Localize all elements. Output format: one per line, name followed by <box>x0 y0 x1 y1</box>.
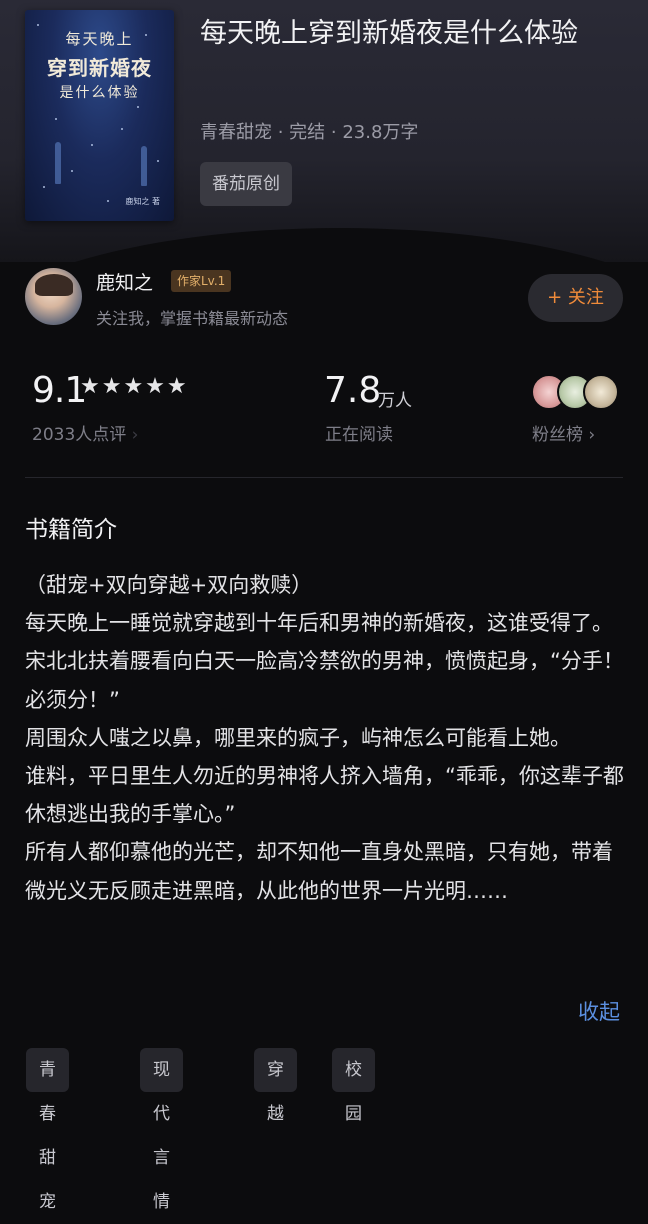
author-name[interactable]: 鹿知之 <box>96 268 153 295</box>
fans-ranking-link[interactable]: 粉丝榜 › <box>532 420 595 445</box>
intro-text: （甜宠+双向穿越+双向救赎） 每天晚上一睡觉就穿越到十年后和男神的新婚夜，这谁受… <box>25 566 625 910</box>
divider <box>25 477 623 478</box>
avatar-hair <box>35 274 73 296</box>
collapse-button[interactable]: 收起 <box>578 996 620 1026</box>
cover-title-line2: 穿到新婚夜 <box>47 56 152 80</box>
author-subtitle: 关注我，掌握书籍最新动态 <box>96 309 289 328</box>
rating-score: 9.1 <box>32 370 87 411</box>
chevron-right-icon: › <box>131 425 139 445</box>
fan-avatars[interactable] <box>531 374 621 410</box>
intro-paragraph: 谁料，平日里生人勿近的男神将人挤入墙角，“乖乖，你这辈子都休想逃出我的手掌心。” <box>25 764 624 827</box>
rating-count: 2033人点评 <box>32 425 127 445</box>
intro-heading: 书籍简介 <box>25 517 117 543</box>
tag-chip[interactable]: 现代言情 <box>140 1048 183 1212</box>
readers-unit: 万人 <box>378 391 412 411</box>
tag-chip[interactable]: 穿越 <box>254 1048 297 1124</box>
cover-title-line3: 是什么体验 <box>59 85 140 101</box>
tag-chip[interactable]: 校园 <box>332 1048 375 1124</box>
stats-row: 9.1 ★★★★★ 2033人点评 › 7.8 万人 正在阅读 粉丝榜 › <box>0 360 648 460</box>
author-level-badge: 作家Lv.1 <box>171 270 232 292</box>
cover-figure-left <box>55 142 61 184</box>
intro-paragraph: 周围众人嗤之以鼻，哪里来的疯子，屿神怎么可能看上她。 <box>25 725 571 750</box>
intro-paragraph: 每天晚上一睡觉就穿越到十年后和男神的新婚夜，这谁受得了。 <box>25 611 613 636</box>
cover-figure-right <box>141 146 147 186</box>
cover-title-line1: 每天晚上 <box>65 30 134 48</box>
rating-count-link[interactable]: 2033人点评 › <box>32 420 138 445</box>
book-meta: 青春甜宠 · 完结 · 23.8万字 <box>200 122 419 143</box>
fan-avatar <box>583 374 619 410</box>
intro-paragraph: （甜宠+双向穿越+双向救赎） <box>25 573 313 597</box>
intro-paragraph: 宋北北扶着腰看向白天一脸高冷禁欲的男神，愤愤起身，“分手！必须分！” <box>25 649 624 712</box>
tag-chip[interactable]: 青春甜宠 <box>26 1048 69 1212</box>
author-avatar[interactable] <box>25 268 82 325</box>
rating-stars-icon: ★★★★★ <box>80 374 189 399</box>
follow-button[interactable]: + 关注 <box>528 274 623 322</box>
readers-value: 7.8 <box>324 370 382 411</box>
original-badge: 番茄原创 <box>200 162 292 206</box>
book-title: 每天晚上穿到新婚夜是什么体验 <box>200 18 578 49</box>
cover-author: 鹿知之 著 <box>125 197 160 206</box>
intro-paragraph: 所有人都仰慕他的光芒，却不知他一直身处黑暗，只有她，带着微光义无反顾走进黑暗，从… <box>25 840 613 903</box>
book-cover[interactable]: 每天晚上 穿到新婚夜 是什么体验 鹿知之 著 <box>25 10 174 221</box>
readers-label: 正在阅读 <box>325 425 393 445</box>
header-curve <box>0 228 648 262</box>
